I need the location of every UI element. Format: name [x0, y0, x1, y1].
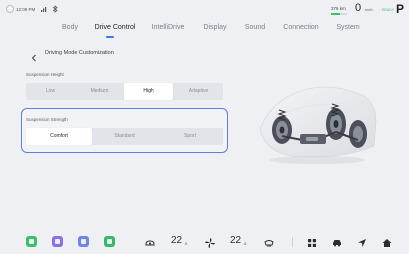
- avatar[interactable]: [6, 5, 14, 13]
- tab-connection[interactable]: Connection: [283, 24, 318, 31]
- suspension-height-label: Suspension Height: [26, 72, 64, 77]
- range-value: 376 km: [331, 6, 346, 11]
- tab-system[interactable]: System: [336, 24, 359, 31]
- dock-divider: [292, 237, 293, 247]
- height-option-medium[interactable]: Medium: [75, 83, 124, 100]
- car-link-icon[interactable]: [144, 236, 156, 248]
- back-arrow-icon[interactable]: [30, 49, 38, 62]
- strength-option-comfort[interactable]: Comfort: [26, 128, 92, 145]
- tab-display[interactable]: Display: [204, 24, 227, 31]
- speed-unit: km/h: [365, 8, 373, 12]
- suspension-illustration: [252, 60, 382, 170]
- right-temperature-decimal: .5: [243, 241, 247, 246]
- signal-icon: [41, 5, 48, 14]
- suspension-strength-label: Suspension Strength: [26, 117, 68, 122]
- fan-icon[interactable]: [204, 236, 216, 248]
- phone-app-icon[interactable]: [104, 236, 115, 247]
- speed-value: 0: [355, 2, 362, 14]
- ready-indicator: READY: [382, 8, 395, 12]
- home-icon[interactable]: [381, 236, 393, 248]
- left-temperature[interactable]: 22: [171, 235, 182, 246]
- left-temperature-decimal: .5: [184, 241, 188, 246]
- navigation-icon[interactable]: [356, 236, 368, 248]
- range-indicator: 376 km: [331, 5, 352, 15]
- right-temperature[interactable]: 22: [230, 235, 241, 246]
- seat-heating-icon[interactable]: [263, 236, 275, 248]
- tab-body[interactable]: Body: [62, 24, 78, 31]
- apps-grid-icon[interactable]: [306, 236, 318, 248]
- tab-intellidrive[interactable]: IntelliDrive: [152, 24, 185, 31]
- car-icon[interactable]: [331, 236, 343, 248]
- height-option-high[interactable]: High: [124, 83, 173, 100]
- app-launcher-purple[interactable]: [52, 236, 63, 247]
- range-bar-fill: [331, 13, 340, 15]
- height-option-adaptive[interactable]: Adaptive: [174, 83, 223, 100]
- strength-option-sport[interactable]: Sport: [157, 128, 223, 145]
- tab-drive-control[interactable]: Drive Control: [95, 24, 136, 31]
- active-tab-indicator: [106, 36, 114, 38]
- bottom-dock: 22 .5 22 .5: [0, 229, 409, 254]
- app-launcher-green[interactable]: [26, 236, 37, 247]
- status-bar: 12:09 PM 376 km 0 km/h READY P: [0, 0, 409, 17]
- suspension-strength-selector: Comfort Standard Sport: [26, 128, 223, 145]
- tab-sound[interactable]: Sound: [245, 24, 265, 31]
- page-title: Driving Mode Customization: [45, 50, 114, 56]
- rear-wheel-icon: [272, 116, 292, 144]
- clock: 12:09 PM: [16, 7, 36, 12]
- suspension-height-selector: Low Medium High Adaptive: [26, 83, 223, 100]
- gear-indicator: P: [396, 2, 405, 16]
- height-option-low[interactable]: Low: [26, 83, 75, 100]
- strength-option-standard[interactable]: Standard: [92, 128, 157, 145]
- bluetooth-icon: [52, 5, 58, 15]
- app-launcher-indigo[interactable]: [78, 236, 89, 247]
- settings-tabs: Body Drive Control IntelliDrive Display …: [0, 24, 409, 42]
